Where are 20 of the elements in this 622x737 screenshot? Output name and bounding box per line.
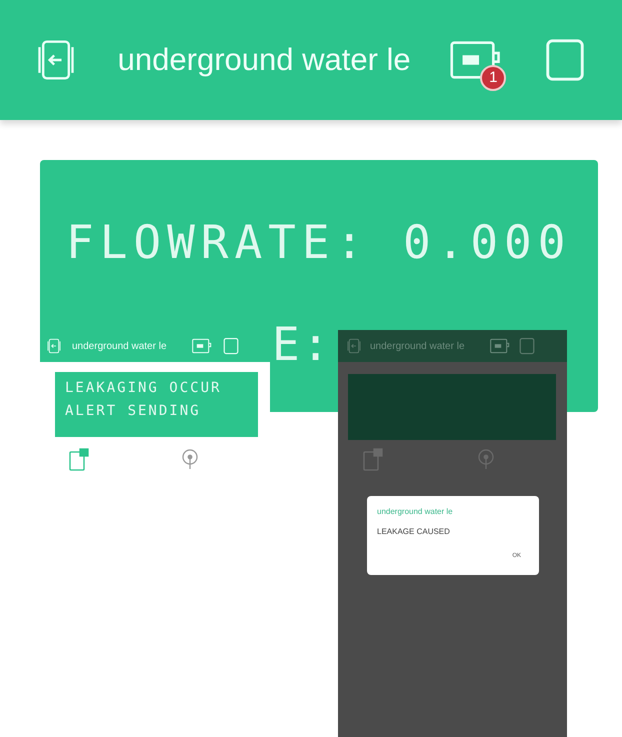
project-title: underground water le — [370, 340, 466, 354]
location-pin-icon[interactable] — [476, 448, 496, 472]
device-icon[interactable] — [490, 338, 510, 354]
dialog-title: underground water le — [377, 506, 454, 518]
project-title: underground water le — [72, 340, 168, 354]
square-icon[interactable] — [518, 337, 536, 355]
exit-icon[interactable] — [346, 338, 362, 354]
lcd-line: E: — [272, 316, 332, 373]
lcd-line: LEAKAGING OCCUR — [65, 379, 222, 398]
dialog-message: LEAKAGE CAUSED — [377, 526, 451, 538]
device-icon[interactable] — [192, 338, 212, 354]
exit-icon[interactable] — [46, 338, 62, 354]
device-icon[interactable] — [450, 39, 502, 81]
location-pin-icon[interactable] — [180, 448, 200, 472]
lcd-line: ALERT SENDING — [65, 402, 202, 421]
tablet-icon[interactable] — [68, 448, 90, 472]
lcd-line: FLOWRATE: 0.000 — [66, 214, 572, 271]
tablet-icon[interactable] — [362, 448, 384, 472]
notification-badge: 1 — [480, 65, 506, 91]
project-title: underground water le — [118, 40, 411, 79]
